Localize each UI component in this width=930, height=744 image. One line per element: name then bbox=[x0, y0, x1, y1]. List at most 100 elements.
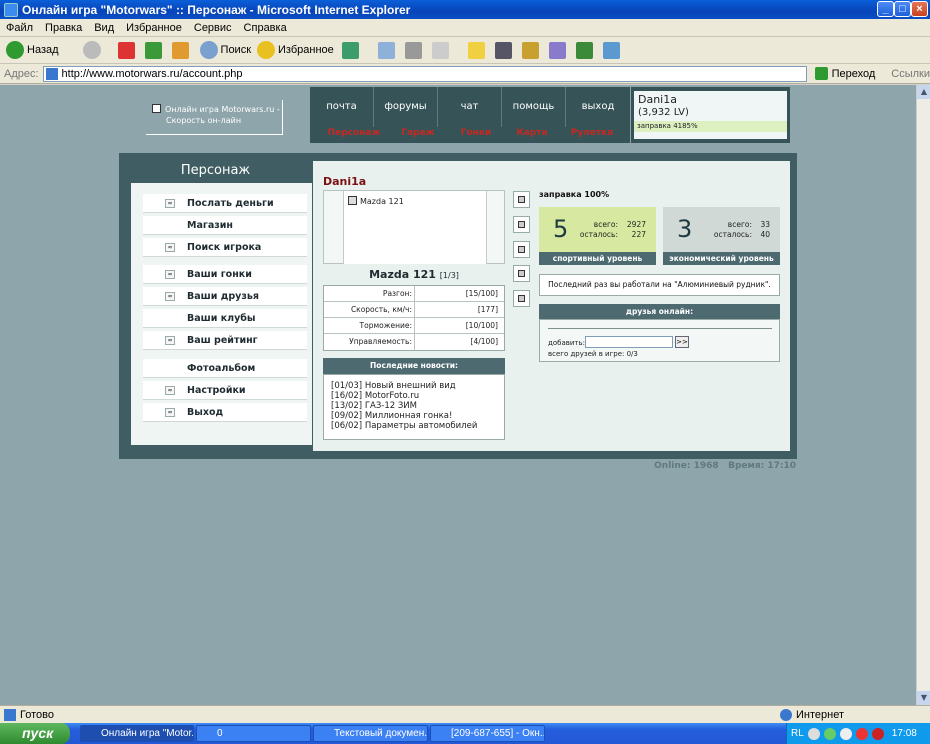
minimize-button[interactable]: _ bbox=[877, 1, 894, 17]
go-button[interactable]: Переход bbox=[814, 67, 875, 80]
address-input[interactable]: http://www.motorwars.ru/account.php bbox=[42, 65, 807, 82]
scroll-up-icon[interactable]: ▲ bbox=[917, 85, 930, 99]
friends-total: всего друзей в игре: 0/3 bbox=[548, 350, 638, 358]
volume-icon[interactable] bbox=[807, 727, 820, 740]
site-logo[interactable]: Онлайн игра Motorwars.ru - Скорость он-л… bbox=[146, 100, 283, 135]
user-name[interactable]: Dani1a bbox=[638, 93, 783, 106]
favorites-button[interactable]: Избранное bbox=[257, 41, 334, 59]
car-action-button-4[interactable] bbox=[513, 265, 530, 282]
nav-help[interactable]: помощь bbox=[502, 87, 566, 127]
subnav-map[interactable]: Карта bbox=[502, 128, 562, 138]
menu-edit[interactable]: Правка bbox=[45, 22, 82, 34]
globe-icon bbox=[780, 708, 792, 721]
news-list: [01/03] Новый внешний вид [16/02] MotorF… bbox=[323, 374, 505, 440]
tool-icon[interactable] bbox=[521, 41, 539, 59]
left-menu-item[interactable]: ≈ Выход bbox=[143, 403, 307, 422]
left-menu-item[interactable]: Фотоальбом bbox=[143, 359, 307, 378]
subnav-character[interactable]: Персонаж bbox=[324, 128, 384, 138]
language-indicator[interactable]: RL bbox=[791, 728, 804, 739]
menu-item-icon: ≈ bbox=[165, 292, 175, 301]
task-icq[interactable]: [209-687-655] - Окн... bbox=[430, 725, 545, 742]
car-action-button-1[interactable] bbox=[513, 191, 530, 208]
news-item[interactable]: [13/02] ГАЗ-12 ЗИМ bbox=[331, 401, 497, 411]
back-button[interactable]: Назад bbox=[6, 41, 59, 59]
ie-icon bbox=[4, 2, 18, 17]
character-name: Dani1a bbox=[323, 175, 367, 188]
menu-file[interactable]: Файл bbox=[6, 22, 33, 34]
left-menu-item[interactable]: ≈ Ваш рейтинг bbox=[143, 331, 307, 350]
people-icon[interactable] bbox=[602, 41, 620, 59]
car-action-button-3[interactable] bbox=[513, 241, 530, 258]
left-menu-item[interactable]: Ваши клубы bbox=[143, 309, 307, 328]
k-icon[interactable] bbox=[494, 41, 512, 59]
left-menu-item-label: Ваш рейтинг bbox=[187, 335, 258, 346]
nav-forums[interactable]: форумы bbox=[374, 87, 438, 127]
car-list-item[interactable]: Mazda 121 bbox=[348, 196, 404, 206]
note-icon[interactable] bbox=[467, 41, 485, 59]
network-icon[interactable] bbox=[823, 727, 836, 740]
menu-help[interactable]: Справка bbox=[244, 22, 287, 34]
subnav-races[interactable]: Гонки bbox=[446, 128, 506, 138]
left-menu-item[interactable]: ≈ Настройки bbox=[143, 381, 307, 400]
start-button[interactable]: пуск bbox=[0, 723, 70, 744]
task-ie[interactable]: Онлайн игра "Motor... bbox=[80, 725, 194, 742]
section-title: Персонаж bbox=[180, 163, 251, 178]
task-folder[interactable]: 0 bbox=[196, 725, 311, 742]
forward-button[interactable] bbox=[65, 41, 104, 59]
left-menu-item-label: Ваши гонки bbox=[187, 269, 252, 280]
news-item[interactable]: [16/02] MotorFoto.ru bbox=[331, 391, 497, 401]
car-action-button-5[interactable] bbox=[513, 290, 530, 307]
nav-mail[interactable]: почта bbox=[310, 87, 374, 127]
left-menu-item[interactable]: ≈ Поиск игрока bbox=[143, 238, 307, 257]
task-notepad[interactable]: Текстовый докумен... bbox=[313, 725, 428, 742]
shield-icon[interactable] bbox=[871, 727, 884, 740]
edit-icon[interactable] bbox=[431, 41, 449, 59]
add-friend-button[interactable]: >> bbox=[675, 336, 689, 348]
news-item[interactable]: [09/02] Миллионная гонка! bbox=[331, 411, 497, 421]
links-label[interactable]: Ссылки bbox=[891, 68, 930, 80]
divider bbox=[548, 328, 772, 329]
subnav-roulette[interactable]: Рулетка bbox=[562, 128, 622, 138]
home-icon[interactable] bbox=[171, 41, 189, 59]
stop-icon[interactable] bbox=[117, 41, 135, 59]
econ-total-label: всего: bbox=[727, 220, 752, 229]
nav-exit[interactable]: выход bbox=[566, 87, 630, 127]
close-button[interactable]: × bbox=[911, 1, 928, 17]
stat-row: Торможение: [10/100] bbox=[324, 318, 504, 334]
address-bar: Адрес: http://www.motorwars.ru/account.p… bbox=[0, 64, 930, 84]
menu-favorites[interactable]: Избранное bbox=[126, 22, 182, 34]
menu-tools[interactable]: Сервис bbox=[194, 22, 232, 34]
subnav-garage[interactable]: Гараж bbox=[388, 128, 448, 138]
search-icon bbox=[199, 41, 218, 59]
car-action-button-2[interactable] bbox=[513, 216, 530, 233]
fuel-status: заправка 100% bbox=[539, 190, 610, 199]
title-bar: Онлайн игра "Motorwars" :: Персонаж - Mi… bbox=[0, 0, 930, 19]
mail-icon[interactable] bbox=[377, 41, 395, 59]
vertical-scrollbar[interactable]: ▲ ▼ bbox=[916, 85, 930, 705]
left-menu-item[interactable]: ≈ Послать деньги bbox=[143, 194, 307, 213]
econ-level-caption: экономический уровень bbox=[663, 252, 780, 265]
nav-chat[interactable]: чат bbox=[438, 87, 502, 127]
gear-icon[interactable] bbox=[575, 41, 593, 59]
left-menu-item[interactable]: ≈ Ваши гонки bbox=[143, 265, 307, 284]
scroll-down-icon[interactable]: ▼ bbox=[917, 691, 930, 705]
search-button[interactable]: Поиск bbox=[199, 41, 251, 59]
address-url: http://www.motorwars.ru/account.php bbox=[61, 67, 243, 80]
car-stats: Разгон: [15/100] Скорость, км/ч: [177] Тор… bbox=[323, 285, 505, 351]
left-menu-item[interactable]: ≈ Ваши друзья bbox=[143, 287, 307, 306]
tray-app-icon[interactable] bbox=[839, 727, 852, 740]
news-item[interactable]: [06/02] Параметры автомобилей bbox=[331, 421, 497, 431]
messenger-icon[interactable] bbox=[548, 41, 566, 59]
car-thumb-icon bbox=[348, 196, 357, 205]
menu-item-icon: ≈ bbox=[165, 243, 175, 252]
antivirus-icon[interactable] bbox=[855, 727, 868, 740]
print-icon[interactable] bbox=[404, 41, 422, 59]
add-friend-input[interactable] bbox=[585, 336, 673, 348]
maximize-button[interactable]: □ bbox=[894, 1, 911, 17]
menu-view[interactable]: Вид bbox=[94, 22, 114, 34]
left-menu-item[interactable]: Магазин bbox=[143, 216, 307, 235]
refresh-icon[interactable] bbox=[144, 41, 162, 59]
news-item[interactable]: [01/03] Новый внешний вид bbox=[331, 381, 497, 391]
status-text: Готово bbox=[20, 708, 54, 721]
history-icon[interactable] bbox=[341, 41, 359, 59]
